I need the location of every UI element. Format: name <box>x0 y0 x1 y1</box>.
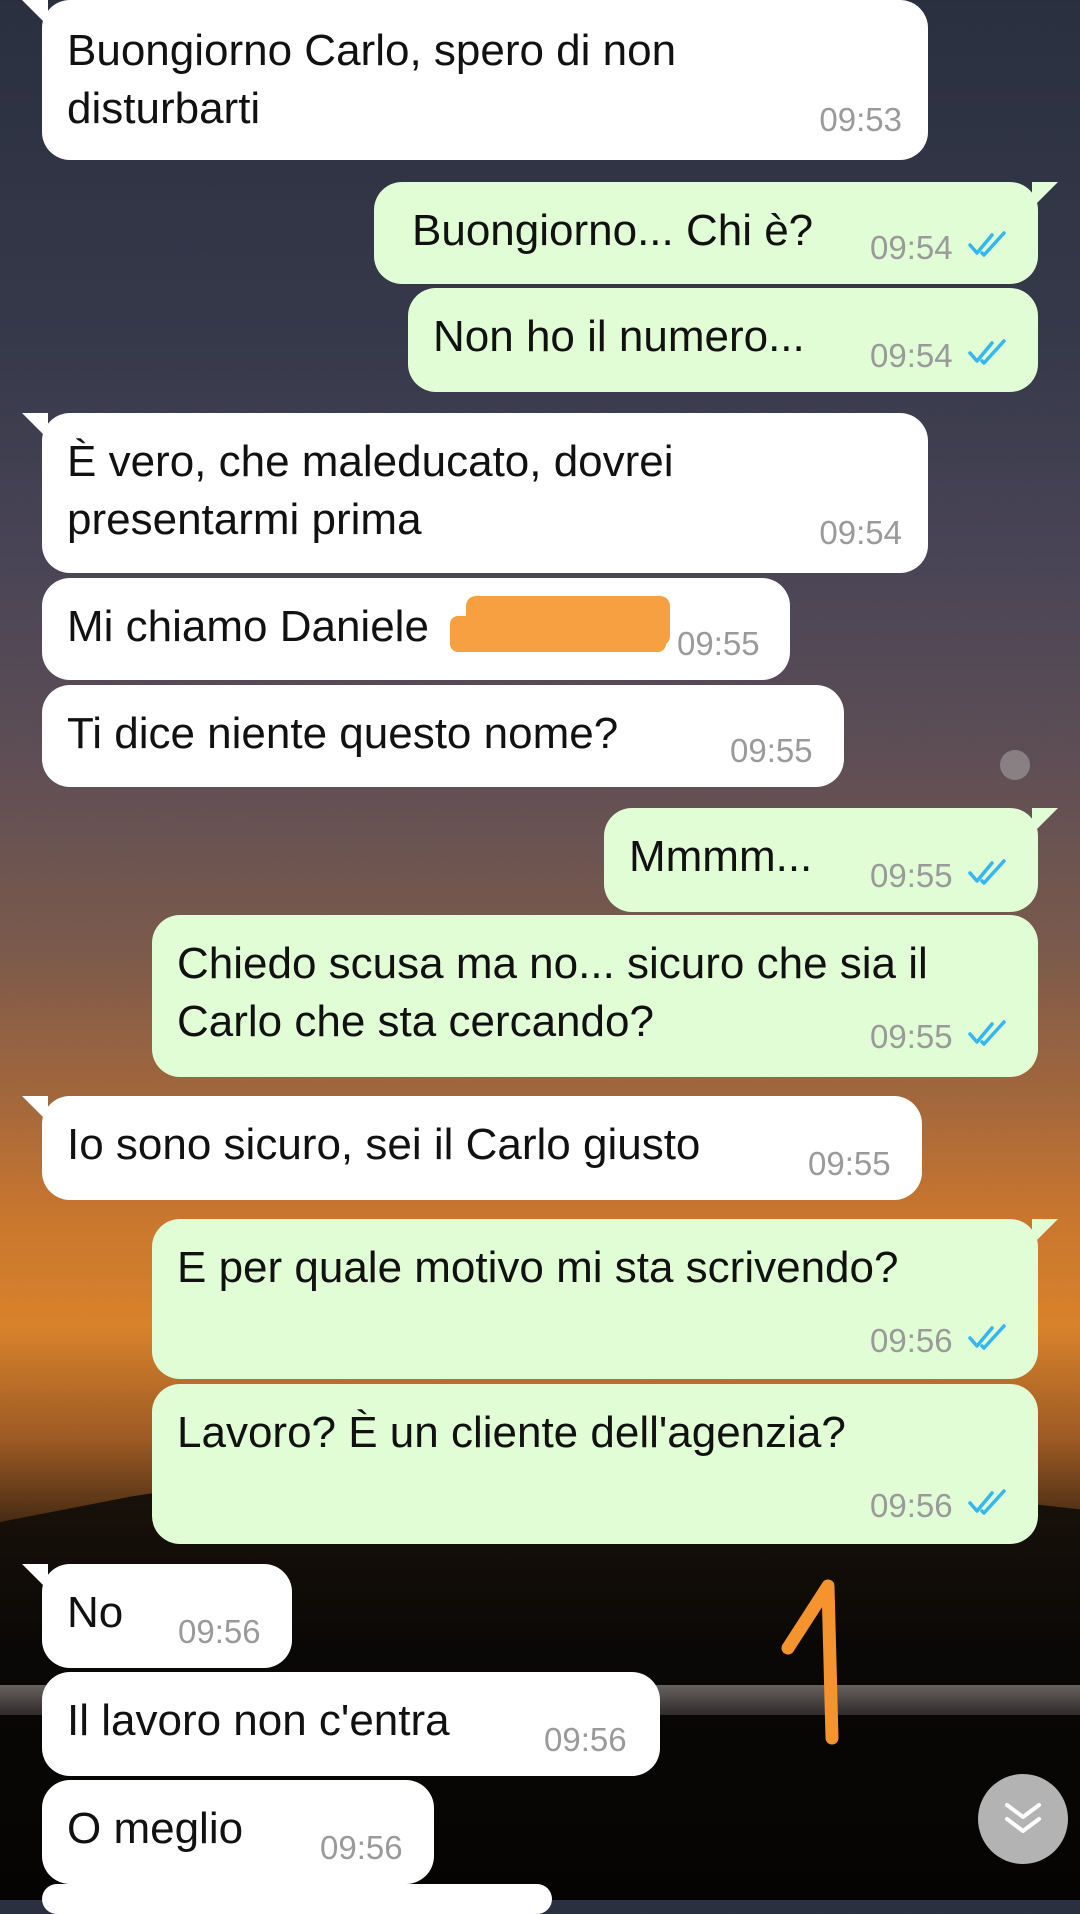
message-incoming[interactable]: O meglio 09:56 <box>42 1780 434 1884</box>
message-text: E per quale motivo mi sta scrivendo? <box>177 1243 899 1292</box>
read-ticks-icon <box>968 1020 1006 1046</box>
message-text: Lavoro? È un cliente dell'agenzia? <box>177 1408 846 1457</box>
message-time: 09:54 <box>870 229 953 266</box>
message-time: 09:56 <box>870 1322 953 1359</box>
message-time: 09:56 <box>870 1487 953 1524</box>
message-time: 09:53 <box>819 101 902 138</box>
scroll-to-bottom-button[interactable] <box>978 1774 1068 1864</box>
message-incoming[interactable]: Io sono sicuro, sei il Carlo giusto 09:5… <box>22 1096 922 1200</box>
message-text: Mmmm... <box>629 832 813 881</box>
redaction-mark <box>450 616 666 652</box>
message-incoming[interactable]: Il lavoro non c'entra 09:56 <box>42 1672 660 1776</box>
message-time: 09:54 <box>819 514 902 551</box>
message-time: 09:55 <box>870 857 953 894</box>
message-outgoing[interactable]: Buongiorno... Chi è? 09:54 <box>374 182 1058 284</box>
message-incoming[interactable]: Mi chiamo Daniele 09:55 <box>42 578 790 680</box>
message-text: No <box>67 1588 124 1637</box>
message-text: Io sono sicuro, sei il Carlo giusto <box>67 1120 701 1169</box>
message-outgoing[interactable]: E per quale motivo mi sta scrivendo? 09:… <box>152 1219 1058 1379</box>
message-incoming[interactable]: È vero, che maleducato, dovrei presentar… <box>22 413 928 573</box>
read-ticks-icon <box>968 1489 1006 1515</box>
message-incoming-partial[interactable] <box>42 1884 552 1914</box>
message-text: Chiedo scusa ma no... sicuro che sia il … <box>177 939 928 1046</box>
message-text: È vero, che maleducato, dovrei presentar… <box>67 437 674 544</box>
message-outgoing[interactable]: Non ho il numero... 09:54 <box>408 288 1038 392</box>
message-time: 09:54 <box>870 337 953 374</box>
read-ticks-icon <box>968 231 1006 257</box>
message-text: Non ho il numero... <box>433 312 805 361</box>
read-ticks-icon <box>968 339 1006 365</box>
read-ticks-icon <box>968 859 1006 885</box>
message-text: Buongiorno... Chi è? <box>412 206 814 255</box>
message-time: 09:56 <box>544 1721 627 1758</box>
message-outgoing[interactable]: Lavoro? È un cliente dell'agenzia? 09:56 <box>152 1384 1038 1544</box>
message-text: Mi chiamo Daniele <box>67 602 429 651</box>
handwritten-number-one <box>781 1579 839 1745</box>
message-time: 09:56 <box>178 1613 261 1650</box>
message-time: 09:55 <box>870 1018 953 1055</box>
message-time: 09:56 <box>320 1829 403 1866</box>
message-time: 09:55 <box>808 1145 891 1182</box>
message-time: 09:55 <box>730 732 813 769</box>
read-ticks-icon <box>968 1324 1006 1350</box>
message-text: Buongiorno Carlo, spero di non disturbar… <box>67 26 677 133</box>
message-text: O meglio <box>67 1804 244 1853</box>
message-incoming[interactable]: No 09:56 <box>22 1564 292 1668</box>
message-outgoing[interactable]: Mmmm... 09:55 <box>604 808 1058 912</box>
message-incoming[interactable]: Ti dice niente questo nome? 09:55 <box>42 685 844 787</box>
double-chevron-down-icon <box>1005 1803 1041 1833</box>
message-text: Ti dice niente questo nome? <box>67 709 619 758</box>
message-text: Il lavoro non c'entra <box>67 1696 450 1745</box>
message-outgoing[interactable]: Chiedo scusa ma no... sicuro che sia il … <box>152 915 1038 1077</box>
message-time: 09:55 <box>677 625 760 662</box>
message-incoming[interactable]: Buongiorno Carlo, spero di non disturbar… <box>22 0 928 160</box>
background-light-dot <box>1000 750 1030 780</box>
